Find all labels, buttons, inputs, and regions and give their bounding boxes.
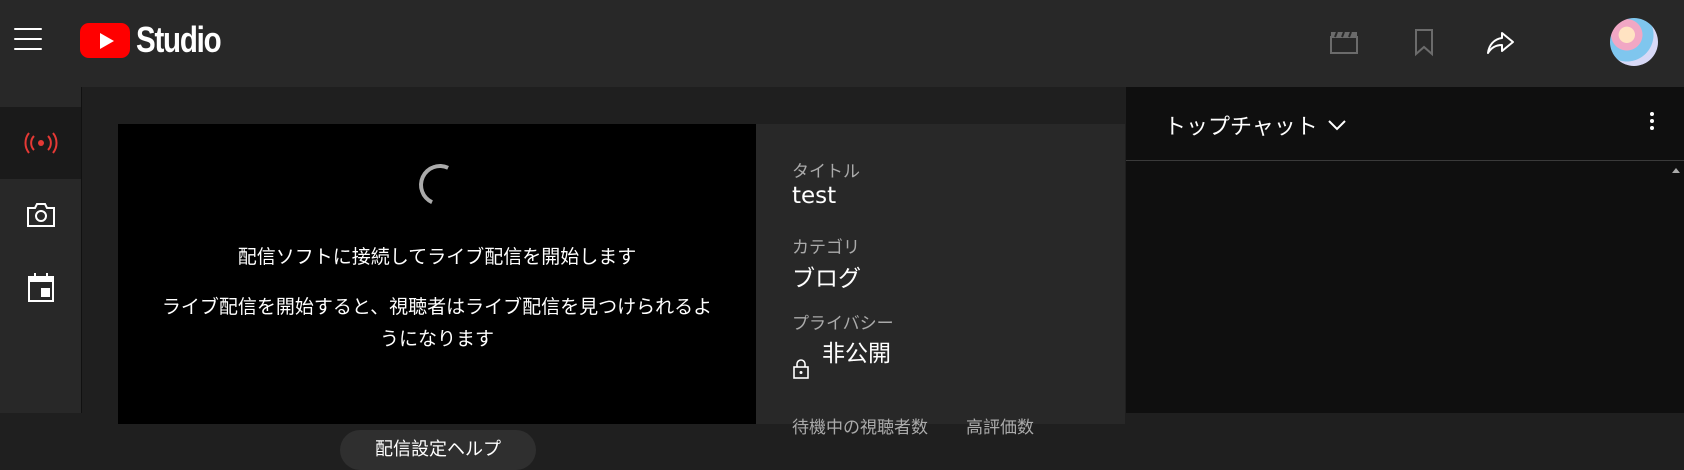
likes-label: 高評価数	[966, 418, 1034, 438]
rail-item-webcam[interactable]	[0, 179, 81, 251]
privacy-label: プライバシー	[792, 314, 894, 334]
live-broadcast-icon	[24, 132, 57, 154]
account-avatar[interactable]	[1610, 18, 1658, 66]
category-label: カテゴリ	[792, 238, 860, 258]
privacy-value: 非公開	[822, 341, 891, 367]
stream-main-panel: 配信ソフトに接続してライブ配信を開始します ライブ配信を開始すると、視聴者はライ…	[82, 87, 1125, 470]
lock-icon	[793, 359, 809, 379]
chat-mode-dropdown[interactable]: トップチャット	[1164, 109, 1348, 141]
discover-message: ライブ配信を開始すると、視聴者はライブ配信を見つけられるようになります	[161, 296, 713, 350]
camera-icon	[26, 203, 55, 227]
loading-spinner-icon	[413, 158, 467, 212]
live-chat-panel: トップチャット	[1126, 87, 1684, 413]
calendar-icon	[27, 273, 54, 302]
category-value: ブログ	[792, 266, 861, 292]
rail-item-manage[interactable]	[0, 251, 81, 323]
share-icon[interactable]	[1484, 25, 1518, 59]
youtube-play-icon	[80, 22, 130, 58]
more-options-icon[interactable]	[1640, 109, 1664, 139]
stream-preview: 配信ソフトに接続してライブ配信を開始します ライブ配信を開始すると、視聴者はライ…	[118, 124, 756, 470]
bookmark-icon[interactable]	[1407, 25, 1441, 59]
waiting-viewers-label: 待機中の視聴者数	[792, 418, 928, 438]
menu-icon[interactable]	[14, 28, 42, 50]
title-value: test	[792, 183, 837, 209]
top-header: Studio	[0, 0, 1684, 87]
studio-label: Studio	[136, 19, 222, 60]
chat-mode-label: トップチャット	[1164, 115, 1318, 140]
left-rail	[0, 87, 82, 413]
rail-item-stream[interactable]	[0, 107, 81, 179]
clapperboard-icon[interactable]	[1327, 25, 1361, 59]
chevron-down-icon	[1328, 120, 1346, 131]
connect-message: 配信ソフトに接続してライブ配信を開始します	[237, 246, 637, 268]
scrollbar-up-arrow[interactable]	[1672, 168, 1680, 173]
stream-details-panel: タイトル test カテゴリ ブログ プライバシー 非公開 待機中の視聴者数 高…	[756, 124, 1125, 438]
stream-help-button[interactable]: 配信設定ヘルプ	[340, 430, 536, 470]
title-label: タイトル	[792, 162, 860, 182]
youtube-studio-logo[interactable]: Studio	[80, 19, 239, 60]
chat-header: トップチャット	[1126, 87, 1684, 161]
